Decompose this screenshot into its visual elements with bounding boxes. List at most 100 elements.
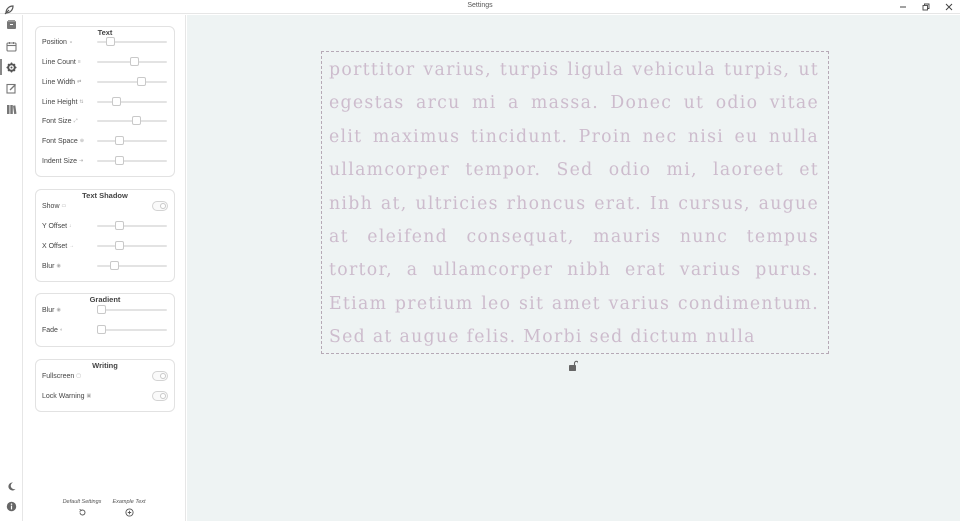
restore-button[interactable] bbox=[919, 1, 933, 13]
row-label: Lock Warning bbox=[42, 392, 85, 400]
gradient-blur-slider[interactable] bbox=[97, 305, 167, 315]
row-label: Blur bbox=[42, 262, 55, 270]
archive-nav-button[interactable] bbox=[5, 18, 18, 31]
x-offset-slider[interactable] bbox=[97, 241, 167, 251]
row-label: Line Height bbox=[42, 98, 78, 106]
line-count-row: Line Count ≡ bbox=[42, 56, 168, 68]
slider-thumb[interactable] bbox=[97, 325, 106, 334]
minimize-button[interactable] bbox=[896, 1, 910, 13]
group-title: Text Shadow bbox=[76, 191, 134, 200]
row-label: Position bbox=[42, 38, 67, 46]
slider-thumb[interactable] bbox=[114, 241, 124, 250]
lock-warning-row: Lock Warning ▣ bbox=[42, 390, 168, 402]
blur-icon: ◉ bbox=[56, 307, 61, 313]
line-count-icon: ≡ bbox=[77, 59, 81, 65]
gradient-group: Gradient Blur ◉ Fade ◐ bbox=[35, 293, 175, 347]
position-row: Position ⌅ bbox=[42, 36, 168, 48]
edit-nav-button[interactable] bbox=[5, 82, 18, 95]
calendar-nav-button[interactable] bbox=[5, 40, 18, 53]
shadow-blur-slider[interactable] bbox=[97, 261, 167, 271]
line-height-icon: ⇅ bbox=[79, 99, 84, 105]
position-icon: ⌅ bbox=[68, 39, 74, 45]
slider-thumb[interactable] bbox=[110, 261, 120, 270]
slider-thumb[interactable] bbox=[111, 97, 121, 106]
line-width-row: Line Width ⇄ bbox=[42, 76, 168, 88]
font-space-slider[interactable] bbox=[97, 136, 167, 146]
fullscreen-row: Fullscreen ▢ bbox=[42, 370, 168, 382]
example-text-label: Example Text bbox=[112, 499, 146, 505]
show-icon: ▭ bbox=[61, 203, 67, 209]
position-slider[interactable] bbox=[97, 37, 167, 47]
shadow-show-row: Show ▭ bbox=[42, 200, 168, 212]
lock-warning-icon: ▣ bbox=[86, 393, 92, 399]
fullscreen-icon: ▢ bbox=[76, 373, 82, 379]
text-preview-frame[interactable]: porttitor varius, turpis ligula vehicula… bbox=[321, 51, 829, 354]
slider-thumb[interactable] bbox=[129, 57, 139, 66]
close-button[interactable] bbox=[942, 1, 956, 13]
slider-thumb[interactable] bbox=[114, 156, 124, 165]
settings-nav-button[interactable] bbox=[5, 61, 18, 74]
font-space-row: Font Space ⊕ bbox=[42, 135, 168, 147]
row-label: Fade bbox=[42, 326, 58, 334]
x-offset-icon: → bbox=[69, 243, 75, 249]
row-label: Line Width bbox=[42, 78, 76, 86]
unlock-icon[interactable] bbox=[568, 360, 578, 372]
default-settings-label: Default Settings bbox=[62, 499, 102, 505]
slider-thumb[interactable] bbox=[131, 116, 141, 125]
shadow-show-toggle[interactable] bbox=[152, 201, 168, 211]
y-offset-row: Y Offset ↓ bbox=[42, 220, 168, 232]
row-label: Font Space bbox=[42, 137, 78, 145]
row-label: Font Size bbox=[42, 117, 72, 125]
window-title: Settings bbox=[467, 2, 493, 9]
default-settings-button[interactable]: Default Settings bbox=[57, 499, 107, 517]
slider-thumb[interactable] bbox=[114, 136, 124, 145]
info-button[interactable] bbox=[5, 500, 18, 513]
preview-text: porttitor varius, turpis ligula vehicula… bbox=[329, 60, 819, 348]
line-height-slider[interactable] bbox=[97, 97, 167, 107]
slider-thumb[interactable] bbox=[137, 77, 147, 86]
gradient-fade-row: Fade ◐ bbox=[42, 324, 168, 336]
title-bar: Settings bbox=[0, 0, 960, 15]
line-width-slider[interactable] bbox=[97, 77, 167, 87]
font-size-slider[interactable] bbox=[97, 116, 167, 126]
row-label: Y Offset bbox=[42, 222, 68, 230]
library-nav-button[interactable] bbox=[5, 103, 18, 116]
indent-size-row: Indent Size ⇥ bbox=[42, 155, 168, 167]
indent-size-icon: ⇥ bbox=[79, 158, 84, 164]
settings-panel: Text Position ⌅ Line Count ≡ Line Width ⇄ L… bbox=[24, 15, 186, 521]
line-count-slider[interactable] bbox=[97, 57, 167, 67]
indent-size-slider[interactable] bbox=[97, 156, 167, 166]
slider-thumb[interactable] bbox=[97, 305, 106, 314]
blur-icon: ◉ bbox=[56, 263, 61, 269]
lock-warning-toggle[interactable] bbox=[152, 391, 168, 401]
fade-icon: ◐ bbox=[59, 327, 63, 333]
dark-mode-button[interactable] bbox=[5, 480, 18, 493]
font-space-icon: ⊕ bbox=[79, 138, 85, 144]
group-title: Gradient bbox=[83, 295, 127, 304]
minimize-icon bbox=[900, 6, 906, 8]
slider-thumb[interactable] bbox=[106, 37, 116, 46]
gradient-fade-slider[interactable] bbox=[97, 325, 167, 335]
slider-thumb[interactable] bbox=[114, 221, 124, 230]
active-indicator bbox=[0, 59, 2, 75]
row-label: Fullscreen bbox=[42, 372, 75, 380]
moon-icon bbox=[8, 482, 16, 491]
example-text-button[interactable]: Example Text bbox=[104, 499, 154, 517]
gradient-blur-row: Blur ◉ bbox=[42, 304, 168, 316]
y-offset-slider[interactable] bbox=[97, 221, 167, 231]
fullscreen-toggle[interactable] bbox=[152, 371, 168, 381]
group-title: Writing bbox=[86, 361, 124, 370]
preview-area: porttitor varius, turpis ligula vehicula… bbox=[187, 15, 960, 521]
font-size-row: Font Size ⤢ bbox=[42, 115, 168, 127]
info-icon bbox=[6, 501, 17, 512]
font-size-icon: ⤢ bbox=[73, 118, 78, 124]
row-label: Indent Size bbox=[42, 157, 78, 165]
y-offset-icon: ↓ bbox=[69, 223, 72, 229]
writing-group: Writing Fullscreen ▢ Lock Warning ▣ bbox=[35, 359, 175, 412]
calendar-icon bbox=[6, 42, 17, 52]
row-label: Line Count bbox=[42, 58, 76, 66]
close-icon bbox=[945, 3, 953, 11]
gear-icon bbox=[6, 62, 17, 73]
add-circle-icon bbox=[124, 508, 134, 517]
library-icon bbox=[7, 105, 17, 115]
